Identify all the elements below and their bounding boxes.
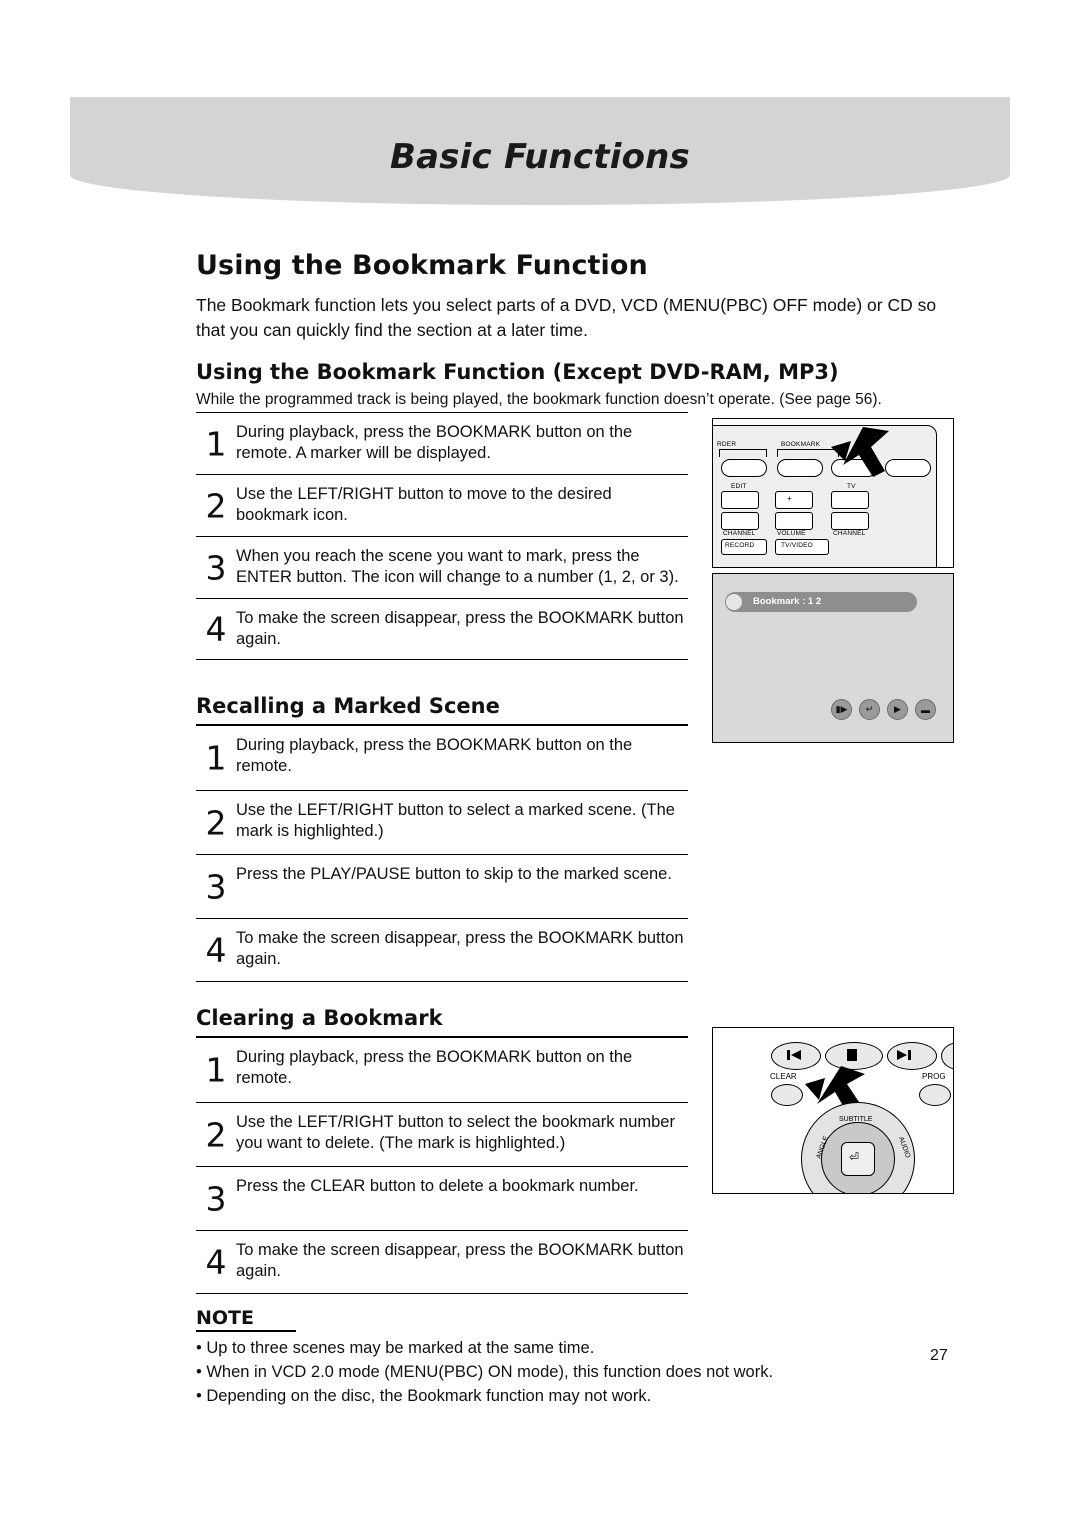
steps-list-recall: 1 During playback, press the BOOKMARK bu… xyxy=(196,726,688,982)
note-rule xyxy=(196,1330,296,1332)
play-icon: ▶ xyxy=(887,699,908,720)
step-text: To make the screen disappear, press the … xyxy=(236,609,684,648)
step-text: Press the PLAY/PAUSE button to skip to t… xyxy=(236,865,672,883)
manual-page: Basic Functions Using the Bookmark Funct… xyxy=(0,0,1080,1528)
section-title: Using the Bookmark Function xyxy=(196,250,648,281)
step-item: 2 Use the LEFT/RIGHT button to select th… xyxy=(196,1102,688,1166)
step-text: Use the LEFT/RIGHT button to select the … xyxy=(236,1113,675,1152)
button-prog[interactable] xyxy=(919,1084,951,1106)
subsection-heading-3: Clearing a Bookmark xyxy=(196,1006,443,1030)
step-number: 3 xyxy=(205,867,227,906)
step-number: 4 xyxy=(205,1242,227,1282)
button-clear[interactable] xyxy=(771,1084,803,1106)
label-prog: PROG xyxy=(922,1072,946,1081)
subsection-heading-1: Using the Bookmark Function (Except DVD-… xyxy=(196,360,839,384)
play-pause-icon: ▮▶ xyxy=(831,699,852,720)
step-text: To make the screen disappear, press the … xyxy=(236,1241,684,1280)
step-text: During playback, press the BOOKMARK butt… xyxy=(236,1048,633,1087)
step-number: 2 xyxy=(205,1115,227,1154)
step-text: During playback, press the BOOKMARK butt… xyxy=(236,736,633,775)
step-item: 1 During playback, press the BOOKMARK bu… xyxy=(196,412,688,474)
page-number: 27 xyxy=(930,1347,948,1364)
page-title: Basic Functions xyxy=(390,137,690,177)
step-item: 4 To make the screen disappear, press th… xyxy=(196,1230,688,1294)
step-item: 2 Use the LEFT/RIGHT button to select a … xyxy=(196,790,688,854)
step-item: 3 Press the PLAY/PAUSE button to skip to… xyxy=(196,854,688,918)
step-text: Press the CLEAR button to delete a bookm… xyxy=(236,1177,639,1195)
enter-icon: ↵ xyxy=(859,699,880,720)
bookmark-label: Bookmark : 1 2 xyxy=(753,596,822,607)
step-number: 2 xyxy=(205,803,227,842)
section-intro: The Bookmark function lets you select pa… xyxy=(196,295,937,340)
label-clear: CLEAR xyxy=(770,1072,797,1081)
remote-top-illustration: RDER BOOKMARK EDIT TV + CHANNEL VOLUME C… xyxy=(712,418,954,568)
step-item: 3 When you reach the scene you want to m… xyxy=(196,536,688,598)
step-item: 1 During playback, press the BOOKMARK bu… xyxy=(196,726,688,790)
osd-screen-illustration: Bookmark : 1 2 ▮▶ ↵ ▶ ▬ xyxy=(712,573,954,743)
clear-icon: ▬ xyxy=(915,699,936,720)
step-number: 2 xyxy=(205,486,227,525)
step-text: During playback, press the BOOKMARK butt… xyxy=(236,423,633,462)
osd-icon-row: ▮▶ ↵ ▶ ▬ xyxy=(831,699,936,720)
step-item: 4 To make the screen disappear, press th… xyxy=(196,918,688,982)
note-list: • Up to three scenes may be marked at th… xyxy=(196,1336,896,1408)
step-text: Use the LEFT/RIGHT button to select a ma… xyxy=(236,801,675,840)
step-item: 3 Press the CLEAR button to delete a boo… xyxy=(196,1166,688,1230)
page-header-banner: Basic Functions xyxy=(70,97,1010,205)
note-item: • Depending on the disc, the Bookmark fu… xyxy=(196,1387,652,1405)
remote-bottom-illustration: CLEAR PROG ⏎ ANGLE SUBTITLE AUDIO xyxy=(712,1027,954,1194)
steps-list-bookmark: 1 During playback, press the BOOKMARK bu… xyxy=(196,412,688,660)
subsection-heading-2: Recalling a Marked Scene xyxy=(196,694,500,718)
steps-list-clear: 1 During playback, press the BOOKMARK bu… xyxy=(196,1038,688,1294)
step-text: When you reach the scene you want to mar… xyxy=(236,547,679,586)
note-item: • When in VCD 2.0 mode (MENU(PBC) ON mod… xyxy=(196,1363,774,1381)
step-item: 2 Use the LEFT/RIGHT button to move to t… xyxy=(196,474,688,536)
step-item: 4 To make the screen disappear, press th… xyxy=(196,598,688,660)
step-number: 1 xyxy=(205,738,227,778)
step-number: 3 xyxy=(205,1179,227,1218)
step-number: 3 xyxy=(205,548,227,587)
step-number: 4 xyxy=(205,930,227,970)
subsection-note-1: While the programmed track is being play… xyxy=(196,391,882,408)
step-item: 1 During playback, press the BOOKMARK bu… xyxy=(196,1038,688,1102)
bookmark-knob-icon xyxy=(726,594,742,610)
note-heading: NOTE xyxy=(196,1307,254,1329)
note-item: • Up to three scenes may be marked at th… xyxy=(196,1339,595,1357)
step-number: 1 xyxy=(205,424,227,463)
step-number: 4 xyxy=(205,609,227,649)
step-text: To make the screen disappear, press the … xyxy=(236,929,684,968)
step-text: Use the LEFT/RIGHT button to move to the… xyxy=(236,485,612,524)
step-number: 1 xyxy=(205,1050,227,1090)
pointer-arrow-icon xyxy=(831,427,889,477)
enter-icon: ⏎ xyxy=(849,1150,860,1164)
label-subtitle: SUBTITLE xyxy=(839,1116,873,1123)
